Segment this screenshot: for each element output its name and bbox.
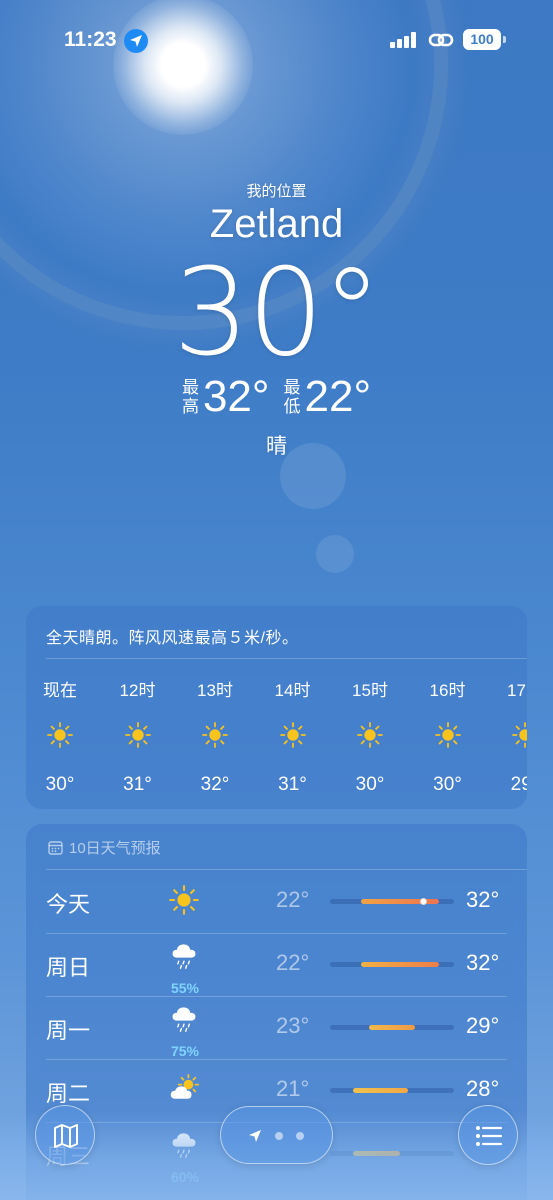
- hour-label: 现在: [43, 681, 77, 700]
- divider: [46, 658, 527, 659]
- divider: [46, 869, 527, 870]
- map-icon: [54, 1124, 78, 1148]
- hour-temperature: 30°: [433, 774, 462, 795]
- hour-item: 16时 30°: [418, 676, 478, 795]
- hourly-scroll[interactable]: 现在 30° 12时 31° 13时 32° 14时 31° 15时 30° 16时 30° 17时 29…: [26, 676, 527, 806]
- current-temperature-dot: [420, 898, 427, 905]
- page-dot[interactable]: [296, 1132, 304, 1140]
- day-high: 28°: [466, 1076, 500, 1101]
- sun-icon: [279, 722, 306, 748]
- precipitation-chance: 55%: [170, 980, 200, 996]
- high-low: 最 高 32° 最 低 22°: [0, 372, 553, 422]
- hour-item: 13时 32°: [185, 676, 245, 795]
- temperature-range-fill: [361, 962, 439, 967]
- condition-label: 晴: [266, 435, 287, 458]
- cellular-signal-icon: [390, 32, 418, 48]
- day-name: 周一: [46, 1018, 91, 1043]
- low-group: 最 低 22°: [284, 372, 372, 422]
- page-control[interactable]: [220, 1106, 333, 1164]
- temperature-range-fill: [353, 1088, 408, 1093]
- hourly-forecast-card[interactable]: 全天晴朗。阵风风速最高５米/秒。 现在 30° 12时 31° 13时 32° 14时 31°…: [26, 606, 527, 809]
- high-temperature: 32°: [202, 372, 270, 421]
- low-label-1: 最: [283, 378, 301, 397]
- precipitation-chance: 75%: [170, 1043, 200, 1059]
- hour-label: 16时: [429, 681, 466, 700]
- day-high: 32°: [466, 887, 500, 912]
- low-temperature: 22°: [304, 372, 372, 421]
- hour-item: 17时 29°: [495, 676, 527, 795]
- hour-label: 13时: [197, 681, 233, 700]
- low-label-2: 低: [283, 397, 301, 416]
- day-low: 21°: [276, 1076, 310, 1101]
- hour-label: 12时: [119, 681, 156, 700]
- status-bar: 11:23 100: [0, 28, 553, 56]
- forecast-summary: 全天晴朗。阵风风速最高５米/秒。: [46, 630, 299, 647]
- city-name: Zetland: [209, 202, 344, 246]
- day-name: 周二: [46, 1081, 91, 1106]
- sun-icon: [169, 885, 203, 919]
- rain-cloud-icon: [169, 940, 203, 974]
- daily-forecast-header: 10日天气预报: [48, 837, 161, 858]
- list-button[interactable]: [458, 1105, 518, 1165]
- hour-temperature: 30°: [45, 774, 75, 795]
- link-icon: [428, 30, 454, 55]
- battery-icon: 100: [463, 29, 501, 50]
- current-temperature: 30°: [173, 244, 382, 383]
- high-group: 最 高 32°: [182, 372, 270, 422]
- hour-item: 现在 30°: [30, 676, 90, 795]
- temperature-range-bar: [330, 1025, 454, 1030]
- hour-label: 15时: [352, 681, 388, 700]
- day-low: 23°: [276, 1013, 310, 1038]
- map-button[interactable]: [35, 1105, 95, 1165]
- location-arrow-icon: [124, 29, 148, 53]
- sun-icon: [357, 722, 383, 748]
- hour-label: 14时: [274, 681, 311, 700]
- hour-temperature: 32°: [200, 774, 230, 795]
- day-low: 22°: [276, 887, 310, 912]
- hour-temperature: 30°: [355, 774, 385, 795]
- rain-cloud-icon: [169, 1003, 203, 1037]
- sun-icon: [202, 722, 228, 748]
- sun-icon: [512, 722, 527, 748]
- sun-icon: [47, 722, 73, 748]
- temperature-range-fill: [368, 1025, 416, 1030]
- hour-item: 15时 30°: [340, 676, 400, 795]
- sun-icon: [434, 722, 461, 748]
- day-name: 周日: [46, 955, 91, 980]
- location-label: 我的位置: [246, 183, 307, 200]
- page-dot[interactable]: [275, 1132, 283, 1140]
- day-high: 32°: [466, 950, 500, 975]
- lens-flare: [316, 535, 354, 573]
- hour-temperature: 31°: [123, 774, 152, 795]
- temperature-range-bar: [330, 1088, 454, 1093]
- sun-icon: [124, 722, 151, 748]
- location-arrow-icon: [249, 1130, 261, 1142]
- list-icon: [476, 1126, 503, 1146]
- day-high: 29°: [466, 1013, 500, 1038]
- hour-item: 14时 31°: [263, 676, 323, 795]
- hour-temperature: 29°: [510, 774, 527, 795]
- high-label-2: 高: [181, 397, 199, 416]
- day-name: 今天: [46, 892, 91, 917]
- day-low: 22°: [276, 950, 310, 975]
- partly-sunny-icon: [169, 1074, 203, 1108]
- calendar-icon: [48, 841, 63, 855]
- day-row[interactable]: 今天 22° 32°: [26, 871, 527, 934]
- temperature-range-bar: [330, 962, 454, 967]
- hour-item: 12时 31°: [108, 676, 168, 795]
- hour-label: 17时: [507, 681, 527, 700]
- battery-tip: [503, 36, 506, 43]
- day-row[interactable]: 周日 55% 22° 32°: [26, 934, 527, 997]
- day-row[interactable]: 周一 75% 23° 29°: [26, 997, 527, 1060]
- status-time: 11:23: [64, 28, 117, 51]
- high-label-1: 最: [181, 378, 199, 397]
- hour-temperature: 31°: [278, 774, 307, 795]
- daily-forecast-title: 10日天气预报: [69, 840, 161, 857]
- temperature-range-bar: [330, 898, 454, 905]
